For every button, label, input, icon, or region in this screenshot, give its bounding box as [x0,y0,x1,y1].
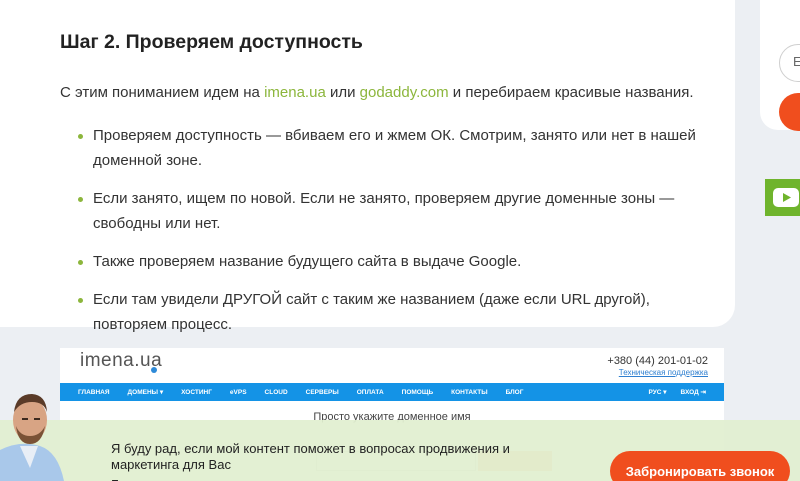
avatar [0,380,64,481]
list-item: Проверяем доступность — вбиваем его и жм… [78,123,718,173]
bullet-dot [78,298,83,303]
shot-nav-bar: ГЛАВНАЯ ДОМЕНЫ ▾ ХОСТИНГ eVPS CLOUD СЕРВ… [60,383,724,401]
logo-dot [151,367,157,373]
steps-list: Проверяем доступность — вбиваем его и жм… [78,123,718,350]
avatar-photo [0,394,64,481]
list-item: Если занято, ищем по новой. Если не заня… [78,186,718,236]
callback-message-cut: Б [111,477,120,481]
callback-message: Я буду рад, если мой контент поможет в в… [111,441,510,472]
imena-link[interactable]: imena.ua [264,84,326,101]
shot-nav-item: eVPS [229,388,247,396]
bullet-dot [78,197,83,202]
shot-support-link: Техническая поддержка [618,368,708,377]
shot-nav-item: БЛОГ [505,388,524,396]
section-heading: Шаг 2. Проверяем доступность [60,31,363,53]
bullet-dot [78,134,83,139]
intro-paragraph: С этим пониманием идем на imena.ua или g… [60,84,694,101]
youtube-icon [773,188,799,207]
shot-nav-item: ГЛАВНАЯ [78,388,110,396]
shot-nav-item: ДОМЕНЫ ▾ [127,389,164,396]
list-item: Также проверяем название будущего сайта … [78,249,718,274]
godaddy-link[interactable]: godaddy.com [360,84,449,101]
side-input-text: Е [793,54,800,69]
youtube-button[interactable] [765,179,800,216]
shot-nav-item: ОПЛАТА [356,388,384,396]
shot-phone: +380 (44) 201-01-02 [607,355,708,367]
shot-nav-item: СЕРВЕРЫ [305,388,339,396]
shot-nav-item: ПОМОЩЬ [401,388,434,396]
shot-nav-item: CLOUD [264,388,288,396]
imena-logo: imena.ua [80,350,163,373]
book-call-button[interactable]: Забронировать звонок [610,451,790,481]
shot-nav-right: РУС ▾ ВХОД ⇥ [648,388,706,396]
bullet-dot [78,260,83,265]
shot-nav-item: ХОСТИНГ [181,388,212,396]
list-item: Если там увидели ДРУГОЙ сайт с таким же … [78,287,718,337]
shot-nav-item: РУС ▾ [648,389,667,396]
shot-nav-item: ВХОД ⇥ [680,389,706,396]
shot-nav-item: КОНТАКТЫ [451,388,488,396]
